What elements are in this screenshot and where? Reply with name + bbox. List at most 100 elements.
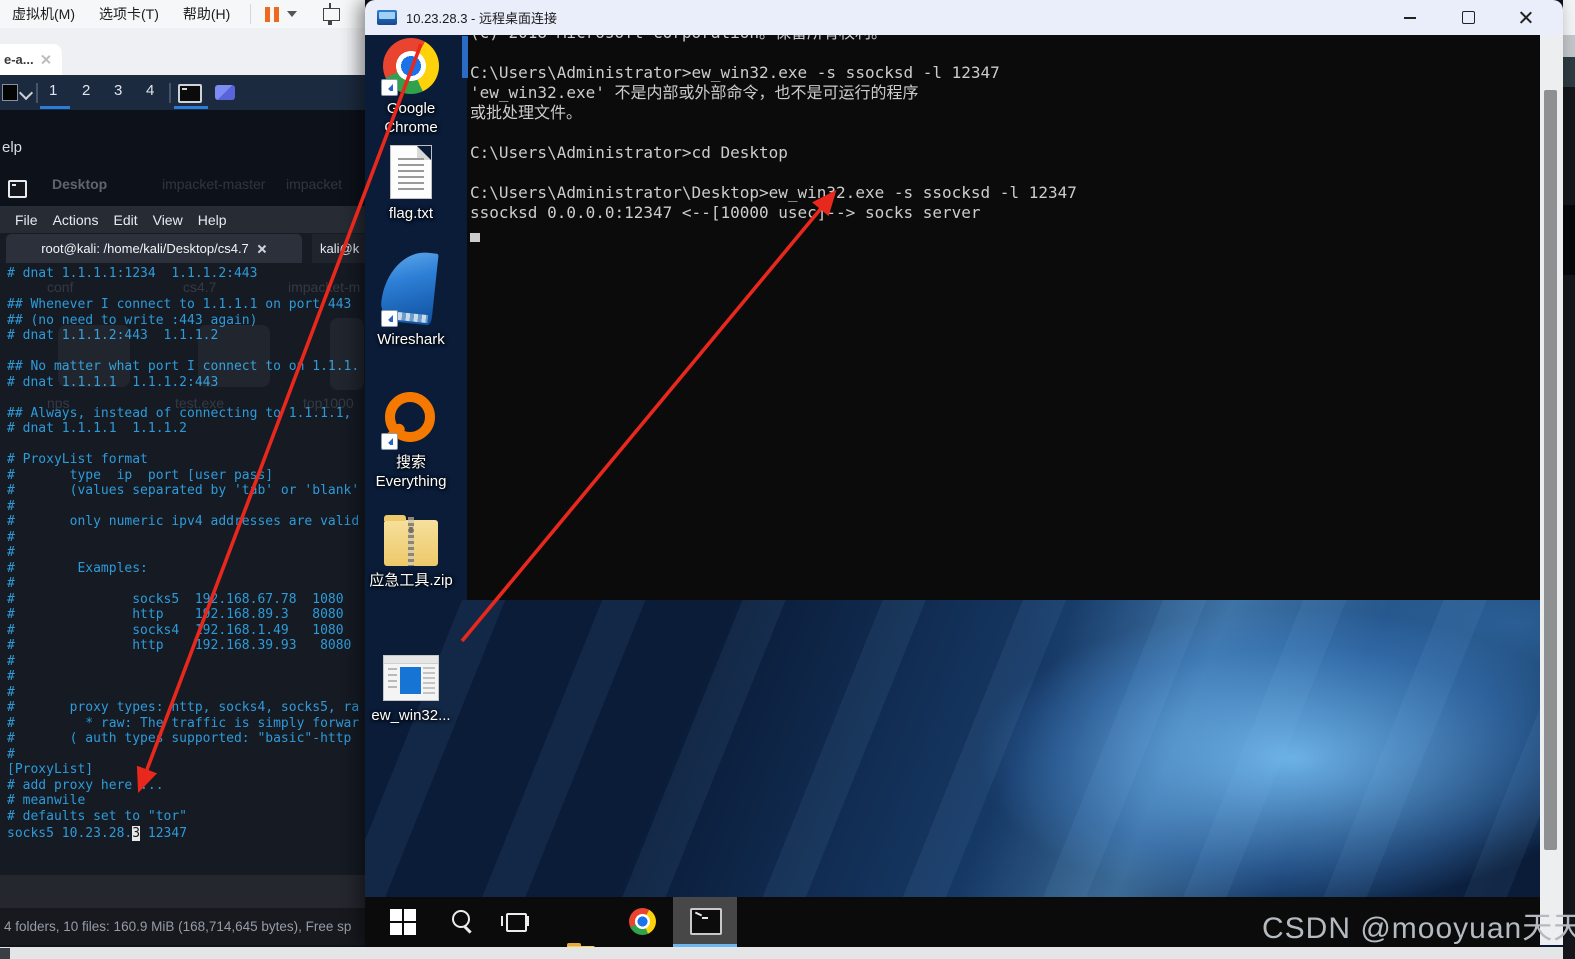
partial-menu-text: elp [2, 139, 23, 156]
cmd-cursor [470, 233, 480, 242]
windows-wallpaper [365, 600, 1563, 897]
file-manager-bottom [0, 875, 365, 908]
terminal-tab-label: kali@k [320, 241, 360, 256]
cmd-taskbar-button[interactable] [673, 897, 737, 944]
page-scroll-area [1563, 0, 1575, 959]
folder-label: Desktop [52, 176, 108, 192]
active-workspace-underline [40, 106, 70, 109]
active-app-underline [174, 106, 208, 109]
terminal-icon[interactable] [178, 84, 202, 103]
config-cursor-line: socks5 10.23.28.3 12347 [7, 826, 188, 841]
menu-view[interactable]: View [153, 212, 183, 228]
folder-label: impacket-master [162, 176, 266, 192]
workspace-3[interactable]: 3 [114, 82, 122, 99]
folder-label: impacket [286, 176, 343, 192]
file-label: nps [47, 395, 70, 411]
screenshot-canvas: 虚拟机(M) 选项卡(T) 帮助(H) e-a... 1 2 3 4 elp D… [0, 0, 1575, 959]
corner-notch [0, 948, 10, 959]
divider [169, 83, 171, 103]
remote-desktop-icon [377, 10, 397, 25]
workspace-1[interactable]: 1 [49, 82, 57, 99]
workspace-bar: 1 2 3 4 [0, 75, 365, 110]
menu-edit[interactable]: Edit [113, 212, 137, 228]
toolbar-divider [250, 4, 252, 24]
chevron-down-icon[interactable] [18, 85, 34, 101]
search-icon[interactable] [447, 906, 479, 938]
rdp-titlebar[interactable]: 10.23.28.3 - 远程桌面连接 [365, 0, 1563, 36]
icon-label: ew_win32... [371, 707, 451, 724]
icon-label: flag.txt [388, 205, 434, 222]
close-button[interactable] [1503, 0, 1549, 34]
menu-virtual-machine[interactable]: 虚拟机(M) [0, 4, 87, 24]
window-icon[interactable] [215, 85, 235, 100]
menu-help[interactable]: 帮助(H) [171, 4, 242, 24]
windows-logo-icon [390, 909, 416, 935]
vmware-tabstrip: e-a... [0, 28, 365, 75]
text-cursor: 3 [132, 826, 141, 841]
text-file-icon [398, 158, 424, 190]
menu-help[interactable]: Help [198, 212, 227, 228]
folder-label: impacket-m [288, 279, 361, 295]
bottom-edge-strip [0, 947, 1563, 959]
background-icon-ghost [198, 325, 270, 387]
desktop-icon-wireshark[interactable]: Wireshark [365, 248, 457, 349]
terminal-tab-other[interactable]: kali@k [312, 234, 365, 263]
menu-file[interactable]: File [15, 212, 38, 228]
desktop-icon-ew-win32[interactable]: ew_win32... [365, 655, 457, 725]
rdp-window: 10.23.28.3 - 远程桌面连接 (c) 2018 Microsoft C… [365, 0, 1563, 948]
chevron-down-icon[interactable] [287, 11, 298, 17]
zip-folder-icon [384, 515, 438, 566]
close-icon[interactable] [257, 244, 267, 254]
vm-tab[interactable]: e-a... [0, 44, 62, 75]
file-label: top1000 [303, 395, 354, 411]
vmware-menubar: 虚拟机(M) 选项卡(T) 帮助(H) [0, 0, 365, 28]
command-prompt-icon [690, 908, 722, 935]
terminal-tab-label: root@kali: /home/kali/Desktop/cs4.7 [41, 241, 249, 256]
folder-label: cs4.7 [183, 279, 217, 295]
folder-label: conf [47, 279, 74, 295]
close-icon[interactable] [40, 54, 51, 65]
task-view-icon[interactable] [500, 906, 532, 938]
background-icon-ghost [330, 318, 364, 390]
icon-label: Google Chrome [384, 100, 438, 136]
display-settings-icon[interactable] [323, 2, 341, 25]
scrollbar-thumb[interactable] [1544, 90, 1557, 850]
pause-icon[interactable] [265, 6, 280, 22]
application-icon [383, 655, 439, 701]
desktop-icon-everything[interactable]: 搜索 Everything [365, 392, 457, 491]
proxychains-config-text: # dnat 1.1.1.1:1234 1.1.1.2:443 ## Whene… [7, 266, 360, 824]
csdn-watermark: CSDN @mooyuan天天 [1262, 912, 1575, 945]
terminal-icon[interactable] [8, 180, 27, 198]
remote-desktop-area: (c) 2018 Microsoft Corporation。保留所有权利。 C… [365, 35, 1563, 897]
desktop-icon-chrome[interactable]: Google Chrome [365, 38, 457, 137]
terminal-tab-active[interactable]: root@kali: /home/kali/Desktop/cs4.7 [6, 234, 302, 263]
chrome-taskbar-icon[interactable] [627, 906, 659, 938]
rdp-scrollbar[interactable] [1540, 35, 1563, 945]
cmd-window-edge [462, 36, 468, 78]
icon-label: 应急工具.zip [369, 572, 453, 589]
maximize-button[interactable] [1445, 0, 1491, 34]
workspace-2[interactable]: 2 [82, 82, 90, 99]
shortcut-arrow-icon [381, 310, 398, 327]
desktop-icon-flag-txt[interactable]: flag.txt [365, 145, 457, 223]
file-label: test.exe [175, 395, 225, 411]
terminal-tabbar: root@kali: /home/kali/Desktop/cs4.7 kali… [0, 233, 365, 263]
minimize-button[interactable] [1387, 0, 1433, 34]
background-icon-ghost [58, 325, 130, 387]
cmd-output-text: (c) 2018 Microsoft Corporation。保留所有权利。 C… [470, 35, 1077, 222]
console-icon[interactable] [2, 84, 18, 101]
workspace-4[interactable]: 4 [146, 82, 154, 99]
terminal-viewport: conf cs4.7 impacket-m nps test.exe top10… [0, 263, 365, 875]
desktop-icon-zip[interactable]: 应急工具.zip [365, 515, 457, 590]
terminal-menubar: File Actions Edit View Help [0, 206, 365, 233]
icon-label: 搜索 Everything [375, 454, 447, 490]
file-manager-statusbar: 4 folders, 10 files: 160.9 MiB (168,714,… [0, 908, 365, 945]
menu-tabs[interactable]: 选项卡(T) [87, 4, 171, 24]
menu-actions[interactable]: Actions [53, 212, 99, 228]
rdp-title: 10.23.28.3 - 远程桌面连接 [406, 11, 557, 26]
page-scrollbar-thumb[interactable] [1563, 35, 1575, 57]
vm-tab-label: e-a... [4, 52, 34, 67]
start-button[interactable] [387, 906, 419, 938]
shortcut-arrow-icon [381, 433, 398, 450]
cmd-window[interactable]: (c) 2018 Microsoft Corporation。保留所有权利。 C… [467, 35, 1540, 600]
